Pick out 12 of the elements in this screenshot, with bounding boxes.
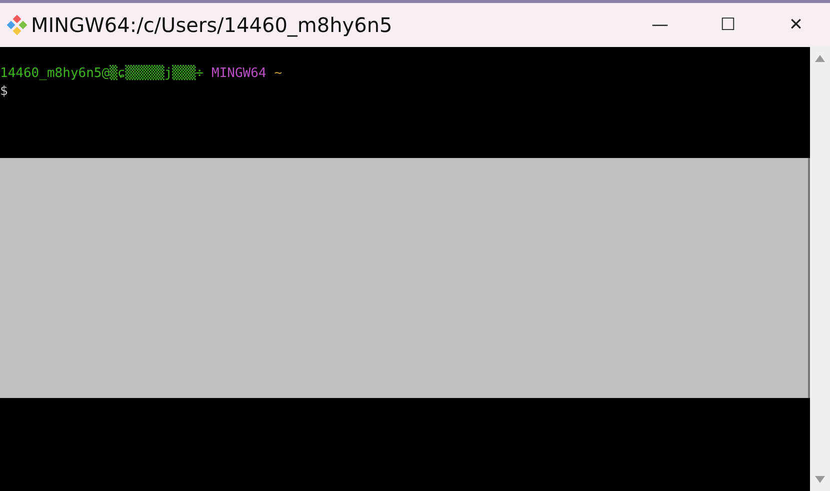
scrollbar[interactable]: [810, 47, 830, 491]
maximize-button[interactable]: ☐: [694, 3, 762, 47]
app-logo-icon: [7, 15, 27, 35]
scroll-up-icon[interactable]: [815, 55, 825, 62]
terminal-text: 14460_m8hy6n5@▒ɕ▒▒▒▒▒j▒▒▒÷: [0, 65, 204, 83]
minimize-button[interactable]: —: [626, 3, 694, 47]
terminal-text: MINGW64: [212, 65, 266, 83]
terminal-text: $: [0, 83, 8, 101]
scroll-down-icon[interactable]: [815, 476, 825, 483]
window-title: MINGW64:/c/Users/14460_m8hy6n5: [31, 13, 394, 37]
close-button[interactable]: ✕: [762, 3, 830, 47]
terminal-text: ~: [274, 65, 282, 83]
